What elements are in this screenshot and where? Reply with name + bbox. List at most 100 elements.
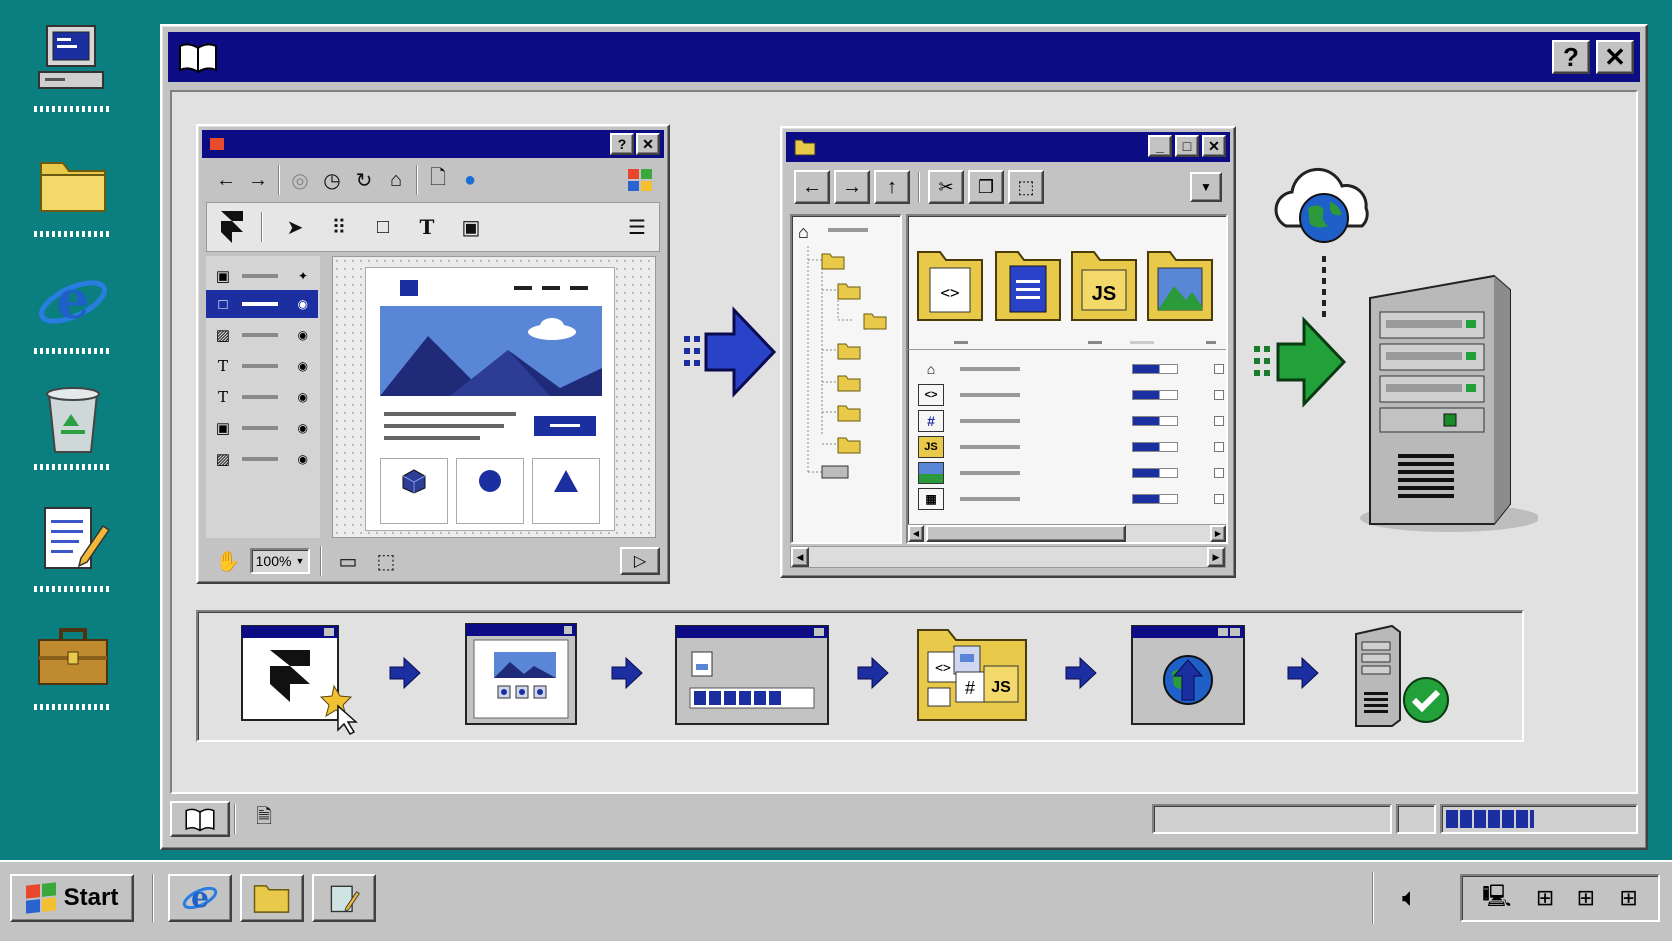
inner-scrollbar[interactable]: ◀ ▶ [908, 524, 1226, 542]
forward-button[interactable]: → [834, 170, 870, 204]
file-row[interactable]: # [908, 408, 1228, 434]
desktop-icon-recycle-bin[interactable] [28, 378, 118, 488]
layer-row[interactable]: ▨ ◉ [206, 321, 318, 349]
layer-row[interactable]: T ◉ [206, 352, 318, 380]
layer-row[interactable]: T ◉ [206, 383, 318, 411]
text-tool-icon[interactable]: T [411, 211, 443, 243]
views-dropdown[interactable]: ▼ [1190, 172, 1222, 202]
pipeline-track: <> # JS [198, 612, 1522, 740]
desktop-icon-my-computer[interactable] [28, 20, 118, 130]
history-icon[interactable]: ◷ [316, 164, 348, 196]
explorer-title-bar[interactable]: _ □ ✕ [786, 132, 1230, 162]
file-checkbox[interactable] [1214, 494, 1224, 504]
mockup-logo [400, 280, 418, 296]
select-frame-icon[interactable]: ⬚ [370, 545, 402, 577]
page-icon[interactable]: 🗋 [422, 164, 454, 196]
tray-grid-icon[interactable]: ⊞ [1577, 885, 1595, 911]
select-button[interactable]: ⬚ [1008, 170, 1044, 204]
js-folder-icon[interactable]: JS [1070, 246, 1138, 322]
design-close-button[interactable]: ✕ [636, 133, 660, 155]
scroll-thumb[interactable] [926, 525, 1126, 542]
stop-icon[interactable]: ◎ [284, 164, 316, 196]
volume-icon[interactable]: 🔈︎ [1402, 882, 1418, 914]
file-row[interactable] [908, 460, 1228, 486]
network-icon[interactable]: 🖳 [1482, 879, 1511, 917]
file-checkbox[interactable] [1214, 416, 1224, 426]
design-app-title-bar[interactable]: ? ✕ [202, 130, 664, 158]
help-button[interactable]: ? [1552, 40, 1590, 74]
scroll-right-button[interactable]: ▶ [1210, 525, 1226, 542]
file-row[interactable]: ⌂ [908, 356, 1228, 382]
eye-icon[interactable]: ◉ [298, 328, 308, 342]
desktop-icon-internet-explorer[interactable]: e [28, 262, 118, 372]
home-icon[interactable]: ⌂ [380, 164, 412, 196]
book-status-button[interactable] [170, 801, 230, 837]
desktop-icon-briefcase[interactable] [28, 618, 118, 728]
desktop-icon-notepad[interactable] [28, 500, 118, 610]
back-button[interactable]: ← [794, 170, 830, 204]
desktop-icon-label [34, 586, 112, 592]
cursor-tool-icon[interactable]: ➤ [279, 211, 311, 243]
image-tool-icon[interactable]: ▣ [455, 211, 487, 243]
file-checkbox[interactable] [1214, 364, 1224, 374]
file-row[interactable]: JS [908, 434, 1228, 460]
tray-grid-icon[interactable]: ⊞ [1619, 885, 1637, 911]
design-canvas[interactable] [332, 256, 656, 538]
file-checkbox[interactable] [1214, 390, 1224, 400]
close-button[interactable]: ✕ [1596, 40, 1634, 74]
image-folder-icon[interactable] [1146, 246, 1214, 322]
layer-row[interactable]: ▨ ◉ [206, 445, 318, 473]
layer-row[interactable]: ▣ ✦ [206, 262, 318, 290]
main-title-bar[interactable]: ? ✕ [168, 32, 1640, 82]
taskbar-folder-button[interactable] [240, 874, 304, 922]
app-icon [210, 138, 224, 150]
preview-icon[interactable]: ▭ [332, 545, 364, 577]
up-button[interactable]: ↑ [874, 170, 910, 204]
pipeline-arrow-icon [611, 656, 643, 690]
eye-icon[interactable]: ◉ [298, 452, 308, 466]
scroll-right-button[interactable]: ▶ [1207, 547, 1225, 567]
layer-row[interactable]: ▣ ◉ [206, 414, 318, 442]
taskbar-notepad-button[interactable] [312, 874, 376, 922]
forward-icon[interactable]: → [242, 164, 274, 196]
cut-button[interactable]: ✂ [928, 170, 964, 204]
desktop-icon-label [34, 106, 112, 112]
hand-tool-icon[interactable]: ✋ [212, 545, 244, 577]
design-help-button[interactable]: ? [610, 133, 634, 155]
eye-icon[interactable]: ◉ [298, 297, 308, 311]
desktop-icon-folder[interactable] [28, 145, 118, 255]
minimize-button[interactable]: _ [1148, 135, 1172, 157]
eye-icon[interactable]: ◉ [298, 390, 308, 404]
folder-icon [794, 139, 816, 156]
layer-row-selected[interactable]: □ ◉ [206, 290, 318, 318]
document-folder-icon[interactable] [994, 246, 1062, 322]
code-folder-icon[interactable]: <> [916, 246, 984, 322]
file-checkbox[interactable] [1214, 442, 1224, 452]
back-icon[interactable]: ← [210, 164, 242, 196]
scroll-left-button[interactable]: ◀ [791, 547, 809, 567]
file-checkbox[interactable] [1214, 468, 1224, 478]
help-label: ? [1563, 41, 1579, 72]
eye-icon[interactable]: ◉ [298, 359, 308, 373]
column-header[interactable] [908, 336, 1226, 350]
taskbar-ie-button[interactable]: e [168, 874, 232, 922]
frame-tool-icon[interactable]: □ [367, 211, 399, 243]
document-icon[interactable]: 🗎 [248, 803, 280, 835]
play-button[interactable]: ▷ [620, 547, 660, 575]
globe-icon[interactable]: ● [454, 164, 486, 196]
refresh-icon[interactable]: ↻ [348, 164, 380, 196]
copy-button[interactable]: ❐ [968, 170, 1004, 204]
scroll-left-button[interactable]: ◀ [908, 525, 924, 542]
file-row[interactable]: ▦ [908, 486, 1228, 512]
start-button[interactable]: Start [10, 874, 134, 922]
tray-grid-icon[interactable]: ⊞ [1536, 885, 1554, 911]
design-toolbar: ➤ ⠿ □ T ▣ ☰ [206, 202, 660, 252]
zoom-select[interactable]: 100% ▼ [250, 548, 310, 574]
outer-scrollbar[interactable]: ◀ ▶ [790, 546, 1226, 568]
grid-tool-icon[interactable]: ⠿ [323, 211, 355, 243]
eye-icon[interactable]: ◉ [298, 421, 308, 435]
explorer-close-button[interactable]: ✕ [1202, 135, 1226, 157]
file-row[interactable]: <> [908, 382, 1228, 408]
menu-icon[interactable]: ☰ [621, 211, 653, 243]
maximize-button[interactable]: □ [1175, 135, 1199, 157]
